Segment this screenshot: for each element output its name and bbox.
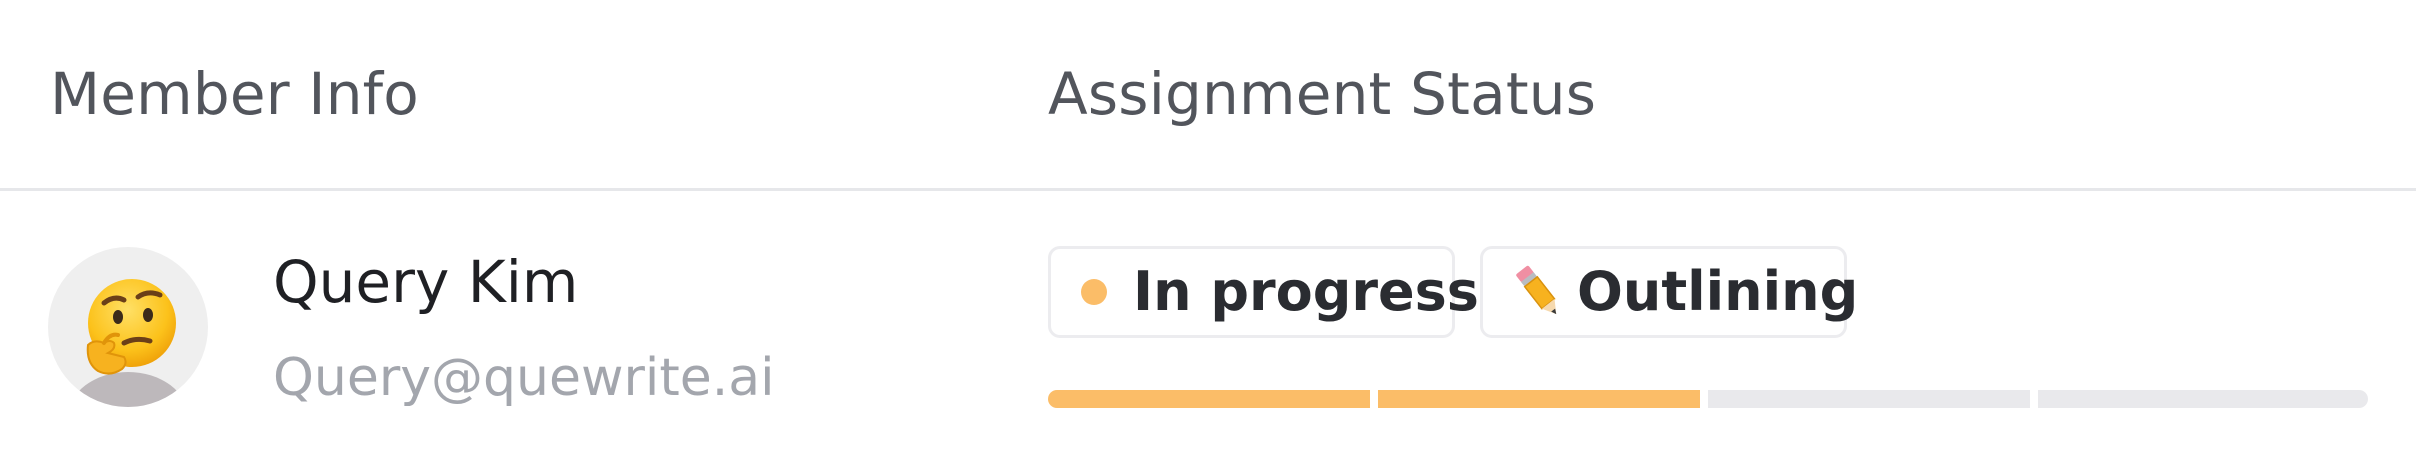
member-name: Query Kim [273, 248, 579, 316]
progress-segment [1708, 390, 2030, 408]
assignment-status-column-header: Assignment Status [1048, 60, 1597, 128]
status-badge: In progress [1048, 246, 1479, 338]
member-info-column-header: Member Info [50, 60, 419, 128]
status-dot-icon [1081, 279, 1107, 305]
avatar [48, 247, 208, 407]
table-header-row: Member Info Assignment Status [0, 0, 2416, 191]
table-row[interactable]: Query Kim Query@quewrite.ai In progress … [0, 191, 2416, 464]
pencil-icon [1516, 265, 1557, 315]
status-label: In progress [1133, 260, 1479, 323]
assignment-progress-bar [1048, 390, 2368, 408]
progress-segment [2038, 390, 2368, 408]
stage-badge: Outlining [1480, 246, 1858, 338]
progress-segment [1048, 390, 1370, 408]
member-email: Query@quewrite.ai [273, 348, 775, 408]
progress-segment [1378, 390, 1700, 408]
thinking-face-icon [86, 279, 176, 375]
stage-label: Outlining [1577, 260, 1859, 323]
